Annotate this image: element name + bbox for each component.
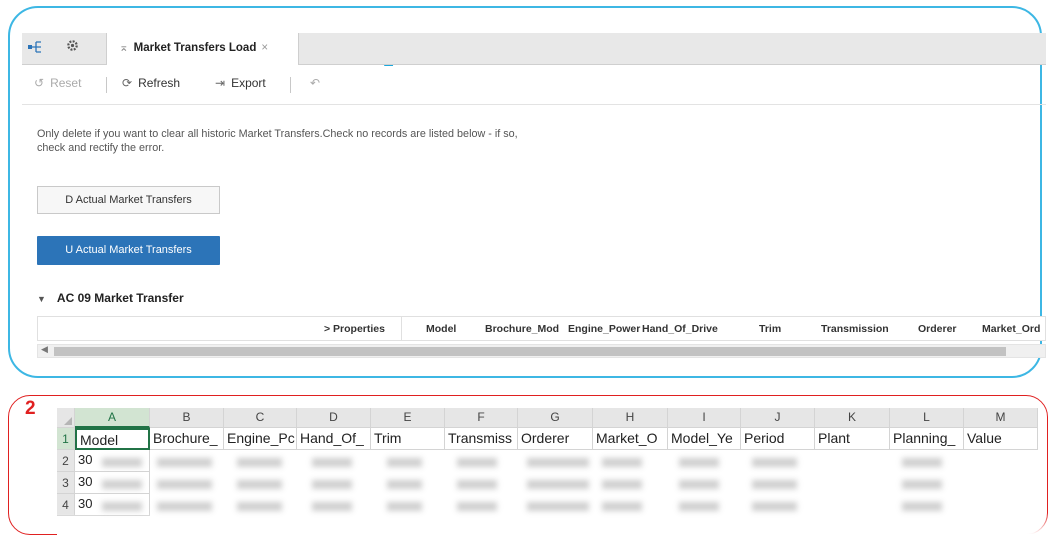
cell-header[interactable]: Brochure_	[150, 428, 224, 450]
reset-button[interactable]: ↺ Reset	[34, 76, 81, 90]
row-header[interactable]: 1	[57, 428, 75, 450]
column-header[interactable]: E	[371, 408, 445, 428]
export-button[interactable]: ⇥ Export	[215, 76, 266, 90]
grid-column-divider	[401, 317, 402, 340]
grid-column-header[interactable]: Transmission	[821, 323, 889, 335]
grid-column-header[interactable]: > Properties	[324, 323, 385, 335]
column-header[interactable]: D	[297, 408, 371, 428]
row-header[interactable]: 2	[57, 450, 75, 472]
column-header[interactable]: H	[593, 408, 668, 428]
tab-bar: ⌅ Market Transfers Load ×	[22, 33, 1046, 65]
column-header[interactable]: B	[150, 408, 224, 428]
cell-header[interactable]: Model_Ye	[668, 428, 741, 450]
section-title: AC 09 Market Transfer	[56, 291, 184, 305]
cell-header[interactable]: Period	[741, 428, 815, 450]
refresh-label: Refresh	[138, 76, 181, 90]
toolbar-divider	[106, 77, 107, 93]
grid-column-header[interactable]: Market_Ord	[982, 323, 1040, 335]
scroll-left-icon[interactable]: ◀	[41, 344, 48, 355]
column-header[interactable]: I	[668, 408, 741, 428]
pin-icon[interactable]: ⌅	[119, 42, 129, 54]
export-label: Export	[231, 76, 266, 90]
close-icon[interactable]: ×	[261, 42, 268, 54]
horizontal-scrollbar[interactable]: ◀	[37, 344, 1046, 358]
column-header[interactable]: L	[890, 408, 964, 428]
row-header[interactable]: 3	[57, 472, 75, 494]
toolbar-divider-line	[22, 104, 1046, 105]
column-header[interactable]: J	[741, 408, 815, 428]
undo-button[interactable]: ↶	[310, 76, 320, 90]
collapse-caret-icon[interactable]: ▼	[37, 294, 46, 304]
reset-icon: ↺	[34, 76, 45, 90]
grid-column-header[interactable]: Model	[426, 323, 456, 335]
bottom-fade	[57, 513, 1051, 538]
grid-column-header[interactable]: Engine_Power	[568, 323, 640, 335]
section-header[interactable]: ▼ AC 09 Market Transfer	[37, 291, 184, 305]
cell-header[interactable]: Transmiss	[445, 428, 518, 450]
column-header[interactable]: M	[964, 408, 1038, 428]
cell-header[interactable]: Planning_	[890, 428, 964, 450]
grid-column-header[interactable]: Hand_Of_Drive	[642, 323, 718, 335]
column-header[interactable]: C	[224, 408, 297, 428]
export-icon: ⇥	[215, 76, 226, 90]
refresh-button[interactable]: ⟳ Refresh	[122, 76, 180, 90]
column-header[interactable]: K	[815, 408, 890, 428]
sitemap-icon[interactable]	[28, 41, 42, 57]
cell-header[interactable]: Orderer	[518, 428, 593, 450]
grid-column-header[interactable]: Orderer	[918, 323, 957, 335]
cell-header[interactable]: Trim	[371, 428, 445, 450]
select-all-corner[interactable]	[57, 408, 75, 428]
upload-actual-market-transfers-button[interactable]: U Actual Market Transfers	[37, 236, 220, 265]
info-text: Only delete if you want to clear all his…	[37, 128, 518, 154]
cell-a1[interactable]: Model	[75, 428, 150, 450]
scrollbar-thumb[interactable]	[54, 347, 1006, 356]
refresh-icon: ⟳	[122, 76, 133, 90]
grid-header: > Properties Model Brochure_Mod Engine_P…	[37, 316, 1046, 341]
callout-number-2: 2	[25, 398, 36, 419]
gear-icon[interactable]	[66, 39, 79, 55]
cell-header[interactable]: Plant	[815, 428, 890, 450]
column-header[interactable]: A	[75, 408, 150, 428]
delete-actual-market-transfers-button[interactable]: D Actual Market Transfers	[37, 186, 220, 214]
grid-column-header[interactable]: Trim	[759, 323, 781, 335]
grid-column-header[interactable]: Brochure_Mod	[485, 323, 559, 335]
toolbar-divider	[290, 77, 291, 93]
cell-header[interactable]: Market_O	[593, 428, 668, 450]
undo-icon: ↶	[310, 76, 321, 90]
cell-header[interactable]: Value	[964, 428, 1038, 450]
tab-market-transfers-load[interactable]: ⌅ Market Transfers Load ×	[106, 33, 299, 65]
column-header[interactable]: G	[518, 408, 593, 428]
cell-header[interactable]: Engine_Pc	[224, 428, 297, 450]
column-header[interactable]: F	[445, 408, 518, 428]
tab-label: Market Transfers Load	[133, 42, 257, 54]
reset-label: Reset	[50, 76, 82, 90]
cell-header[interactable]: Hand_Of_	[297, 428, 371, 450]
